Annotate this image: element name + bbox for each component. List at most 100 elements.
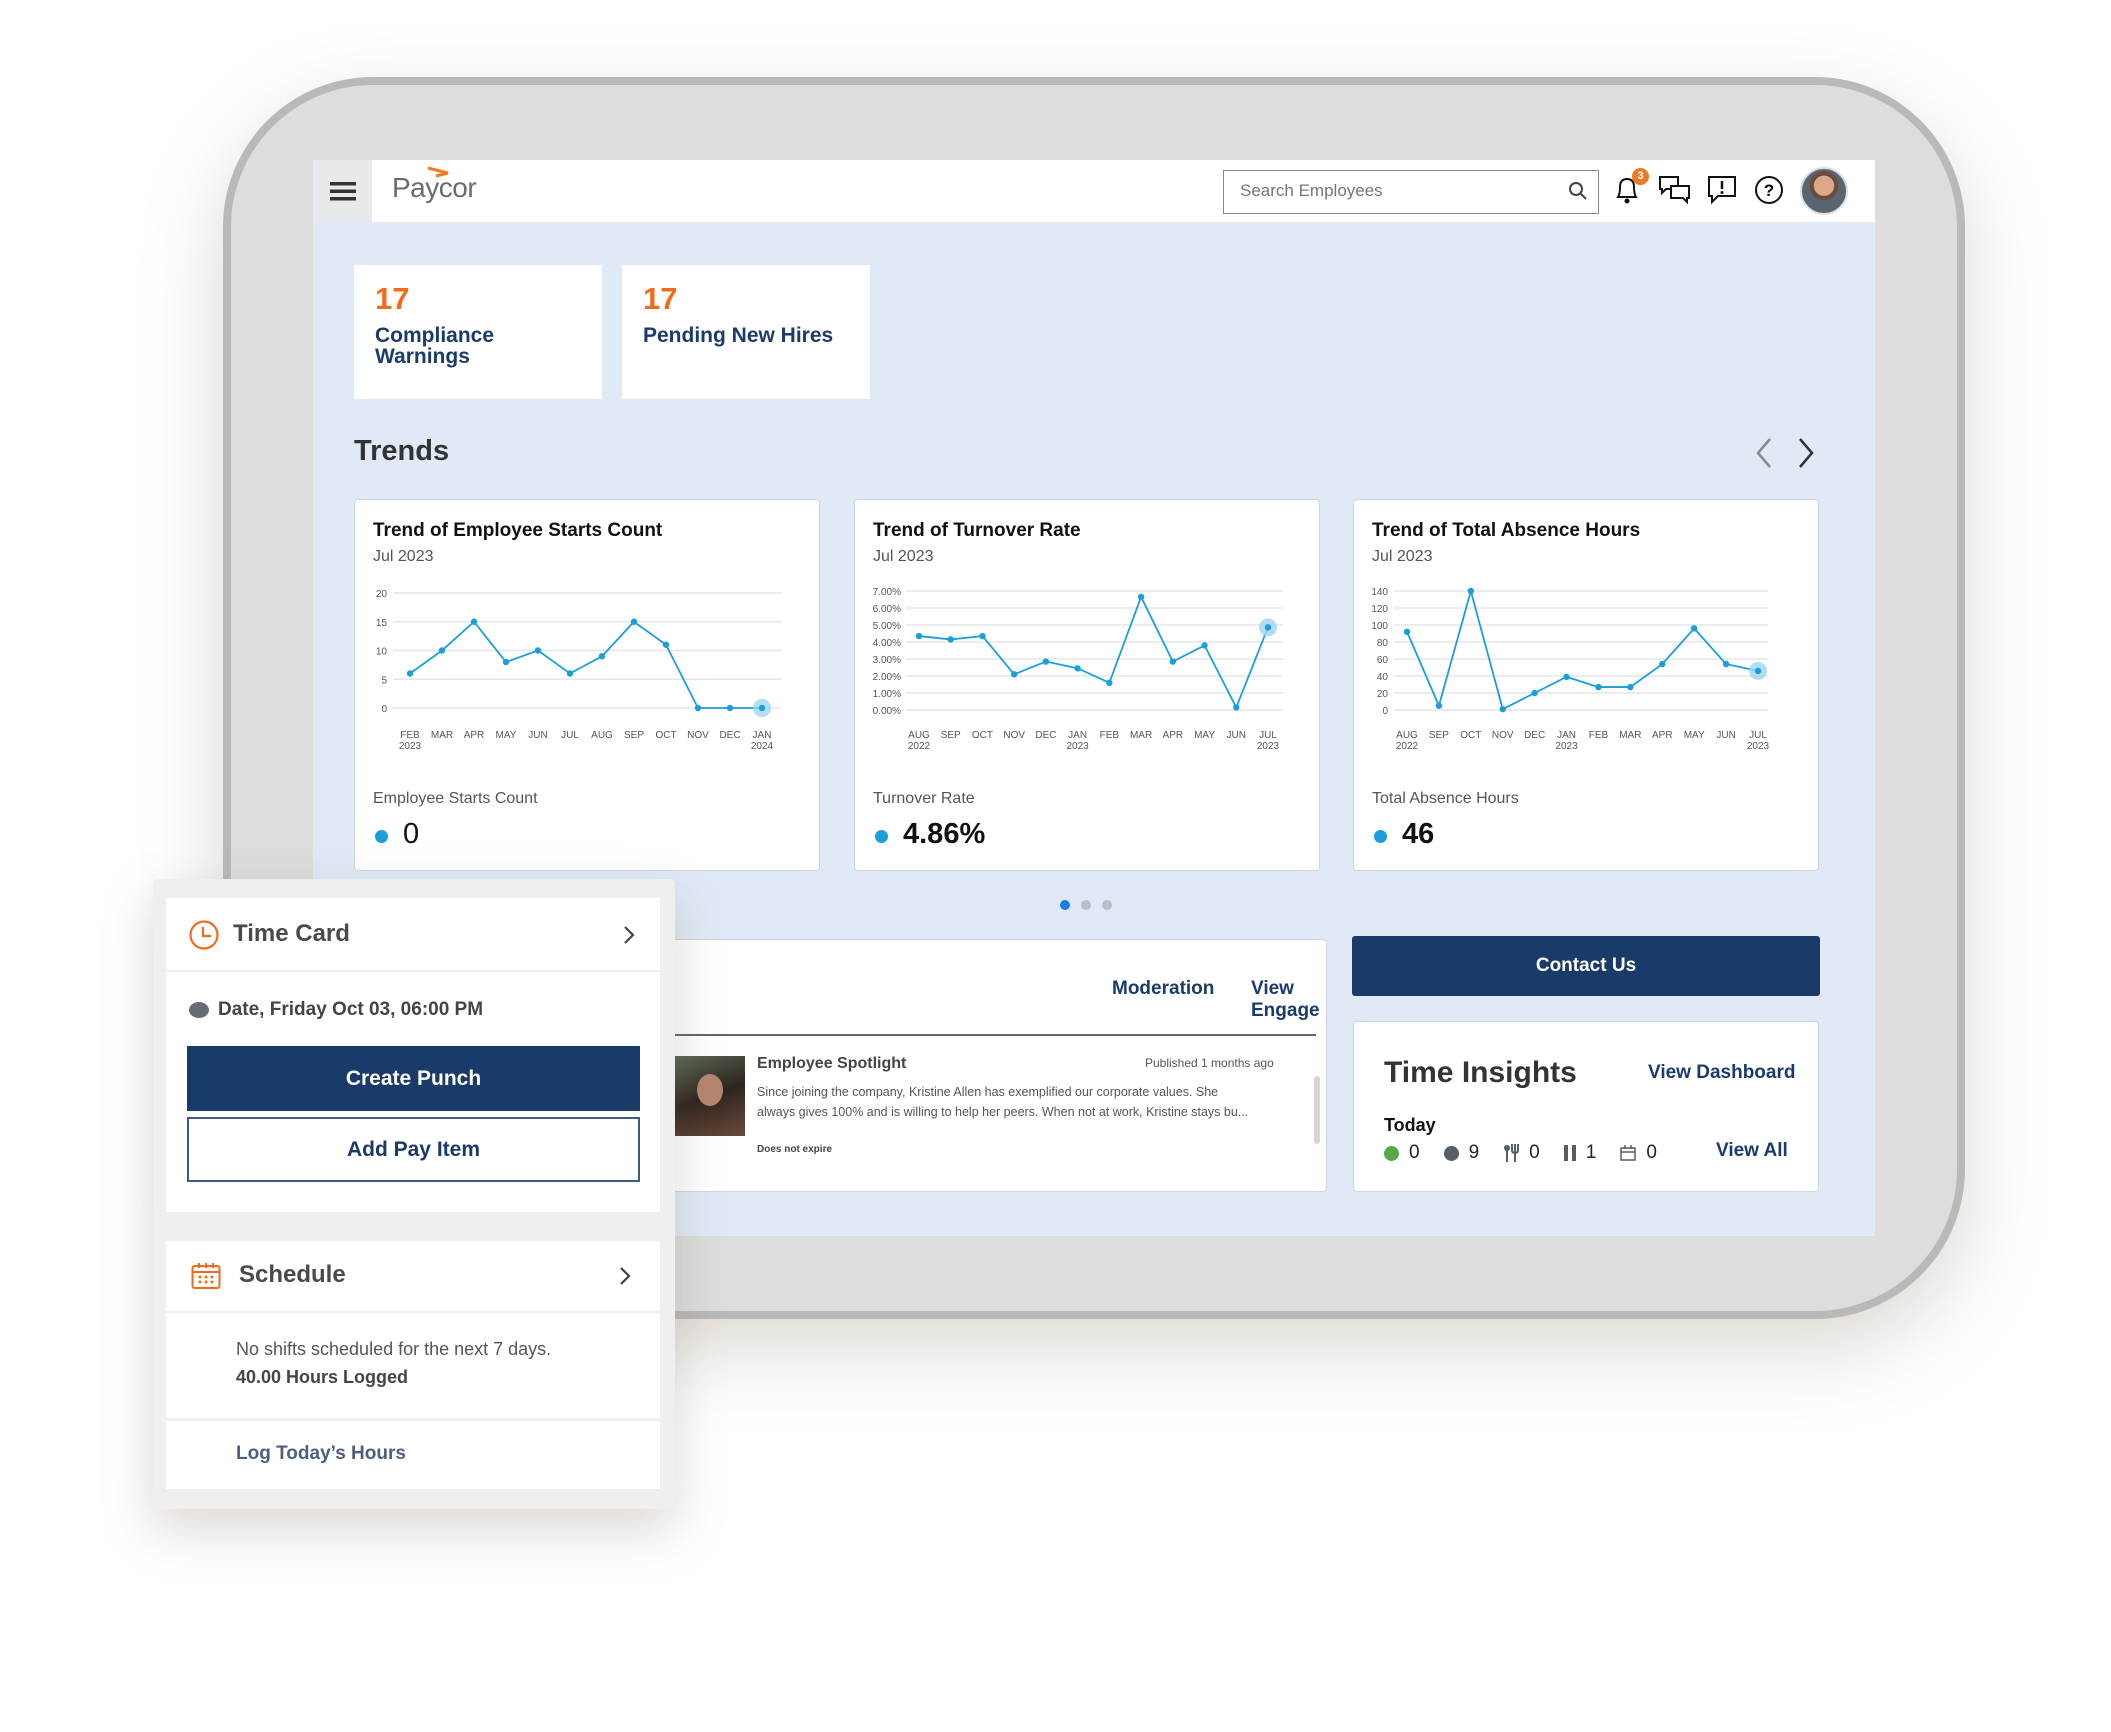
data-point[interactable] [947, 636, 954, 643]
data-point[interactable] [598, 653, 606, 660]
data-point[interactable] [1467, 587, 1475, 595]
data-point[interactable] [1042, 658, 1050, 665]
data-point[interactable] [1659, 660, 1666, 668]
chart-plot: 0 20 40 60 80 100 120 140 AUG 2022 SEP OCT NOV DEC JAN… [1371, 587, 1770, 752]
y-tick-label: 0.00% [873, 706, 901, 717]
view-dashboard-link[interactable]: View Dashboard [1648, 1062, 1795, 1084]
chart-card-absence-hours[interactable]: Trend of Total Absence Hours Jul 2023 02… [1353, 499, 1819, 871]
data-point[interactable] [1403, 628, 1411, 635]
create-punch-button[interactable]: Create Punch [187, 1046, 640, 1111]
schedule-header[interactable]: Schedule [166, 1241, 660, 1311]
data-point[interactable] [1690, 625, 1698, 632]
data-point[interactable] [1233, 704, 1240, 711]
data-point[interactable] [1595, 683, 1602, 691]
data-point[interactable] [1010, 671, 1018, 678]
view-engage-link[interactable]: View Engage [1251, 978, 1326, 1022]
data-point[interactable] [915, 632, 923, 640]
today-label: Today [1384, 1115, 1436, 1135]
help-icon[interactable]: ? [1753, 174, 1785, 206]
data-point[interactable] [1627, 683, 1634, 691]
divider [674, 1034, 1316, 1036]
data-point[interactable] [726, 704, 734, 712]
no-shifts-text: No shifts scheduled for the next 7 days. [236, 1339, 552, 1359]
add-pay-item-button[interactable]: Add Pay Item [187, 1117, 640, 1182]
y-tick-label: 80 [1377, 638, 1389, 649]
data-point[interactable] [662, 641, 670, 648]
data-point[interactable] [438, 647, 446, 654]
y-tick-label: 2.00% [873, 672, 901, 683]
chevron-right-icon[interactable] [622, 924, 636, 946]
x-tick-label: JUL 2023 [1747, 730, 1770, 752]
carousel-dot[interactable] [1081, 900, 1091, 910]
chevron-right-icon[interactable] [1795, 436, 1817, 470]
data-point[interactable] [694, 704, 702, 712]
search-icon[interactable] [1568, 181, 1588, 201]
data-point[interactable] [502, 658, 510, 666]
chevron-left-icon[interactable] [1753, 436, 1775, 470]
x-tick-label: JUL 2023 [1257, 730, 1280, 752]
contact-us-button[interactable]: Contact Us [1352, 936, 1820, 996]
search-input[interactable] [1224, 171, 1544, 211]
moderation-link[interactable]: Moderation [1112, 978, 1214, 1000]
data-point[interactable] [1074, 665, 1081, 672]
y-tick-label: 40 [1377, 672, 1389, 683]
carousel-dot-active[interactable] [1060, 900, 1070, 910]
meal-icon [1504, 1144, 1520, 1162]
hamburger-menu-button[interactable] [313, 160, 372, 222]
data-point[interactable] [566, 670, 574, 677]
data-point[interactable] [1264, 624, 1272, 631]
data-point[interactable] [534, 647, 542, 654]
x-tick-label: NOV [1492, 730, 1514, 741]
data-point[interactable] [1531, 689, 1538, 697]
view-all-link[interactable]: View All [1716, 1140, 1788, 1162]
data-point[interactable] [1201, 642, 1208, 649]
paycor-logo[interactable]: Paycor [392, 166, 477, 204]
scrollbar[interactable] [1314, 1076, 1320, 1144]
x-tick-label: APR [464, 730, 485, 741]
user-avatar[interactable] [1800, 167, 1848, 215]
kpi-pending-new-hires[interactable]: 17 Pending New Hires [622, 265, 870, 399]
kpi-compliance-warnings[interactable]: 17 Compliance Warnings [354, 265, 602, 399]
data-point[interactable] [979, 632, 986, 640]
data-point[interactable] [1754, 667, 1762, 675]
time-card-header[interactable]: Time Card [166, 898, 660, 970]
svg-text:?: ? [1764, 181, 1774, 200]
data-point[interactable] [1106, 679, 1113, 686]
feedback-icon[interactable] [1706, 174, 1738, 206]
metric-label: Total Absence Hours [1372, 790, 1519, 807]
punch-date: Date, Friday Oct 03, 06:00 PM [218, 999, 484, 1020]
kpi-label: Pending New Hires [643, 324, 834, 347]
log-todays-hours-link[interactable]: Log Today’s Hours [236, 1443, 406, 1465]
data-point[interactable] [758, 704, 766, 712]
chart-card-turnover-rate[interactable]: Trend of Turnover Rate Jul 2023 0.00% 1.0… [854, 499, 1320, 871]
series-line [409, 620, 762, 709]
hamburger-icon [329, 182, 356, 201]
data-point[interactable] [1435, 702, 1443, 709]
data-point[interactable] [1499, 705, 1506, 713]
post-title[interactable]: Employee Spotlight [757, 1055, 906, 1073]
data-point[interactable] [470, 618, 478, 625]
data-point[interactable] [406, 670, 414, 677]
post-expiry: Does not expire [757, 1144, 833, 1155]
data-point[interactable] [1563, 673, 1570, 681]
x-tick-label: AUG 2022 [1396, 730, 1419, 752]
carousel-dot[interactable] [1102, 900, 1112, 910]
x-tick-label: JAN 2024 [751, 730, 774, 752]
data-point[interactable] [1722, 660, 1730, 668]
chart-card-employee-starts[interactable]: Trend of Employee Starts Count Jul 2023 … [354, 499, 820, 871]
search-box[interactable] [1223, 170, 1599, 214]
chat-icon[interactable] [1658, 174, 1692, 206]
metric-label: Employee Starts Count [373, 790, 538, 807]
y-tick-label: 15 [376, 618, 388, 629]
x-tick-label: APR [1652, 730, 1673, 741]
break-count: 1 [1585, 1142, 1597, 1163]
data-point[interactable] [1169, 658, 1177, 665]
logo-swoosh-icon [427, 166, 449, 178]
chevron-right-icon[interactable] [618, 1265, 632, 1287]
spotlight-photo [675, 1056, 745, 1136]
time-card-panel: Time Card Date, Friday Oct 03, 06:00 PM … [153, 879, 675, 1509]
clocked-in-dot-icon [1384, 1145, 1399, 1161]
data-point[interactable] [630, 618, 638, 625]
data-point[interactable] [1137, 593, 1145, 601]
series-line [918, 594, 1269, 710]
